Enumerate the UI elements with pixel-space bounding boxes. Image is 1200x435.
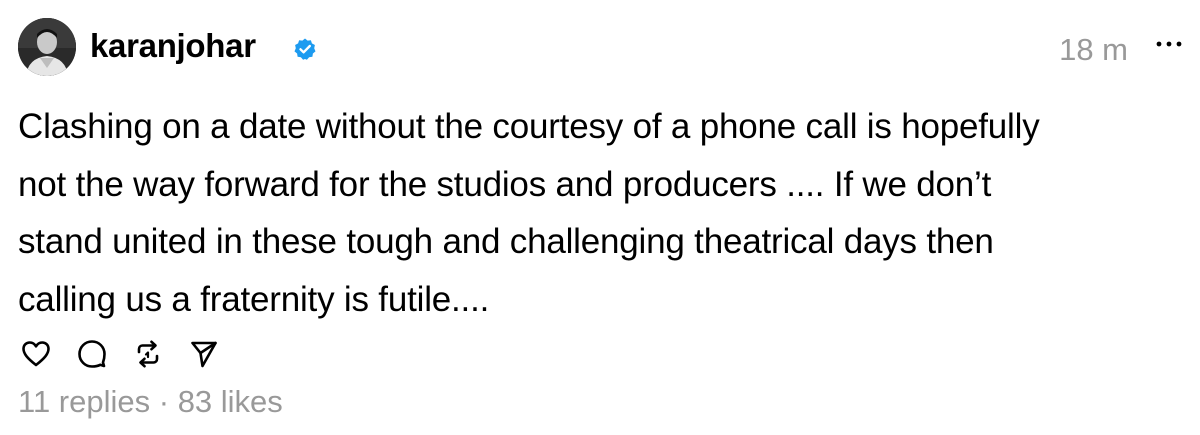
heart-icon	[22, 341, 50, 367]
profile-photo-icon	[18, 18, 76, 76]
comment-icon	[78, 340, 106, 368]
avatar[interactable]	[18, 18, 76, 76]
repost-button[interactable]	[130, 336, 166, 372]
post-text: Clashing on a date without the courtesy …	[18, 107, 1040, 319]
repost-icon	[137, 340, 159, 368]
verified-badge-icon	[294, 38, 316, 60]
reply-button[interactable]	[74, 336, 110, 372]
username[interactable]: karanjohar	[90, 26, 256, 66]
post-header: karanjohar 18 m	[18, 18, 1184, 80]
post-timestamp: 18 m	[1059, 32, 1128, 67]
post-actions	[18, 336, 242, 372]
likes-count[interactable]: 83 likes	[178, 384, 283, 419]
thread-post: karanjohar 18 m Clashing on a date witho…	[0, 0, 1200, 435]
replies-count[interactable]: 11 replies	[18, 384, 150, 419]
share-button[interactable]	[186, 336, 222, 372]
ellipsis-icon[interactable]	[1154, 32, 1184, 56]
send-icon	[191, 341, 217, 368]
like-button[interactable]	[18, 336, 54, 372]
post-stats: 11 replies · 83 likes	[18, 382, 283, 422]
stats-separator: ·	[150, 384, 178, 419]
